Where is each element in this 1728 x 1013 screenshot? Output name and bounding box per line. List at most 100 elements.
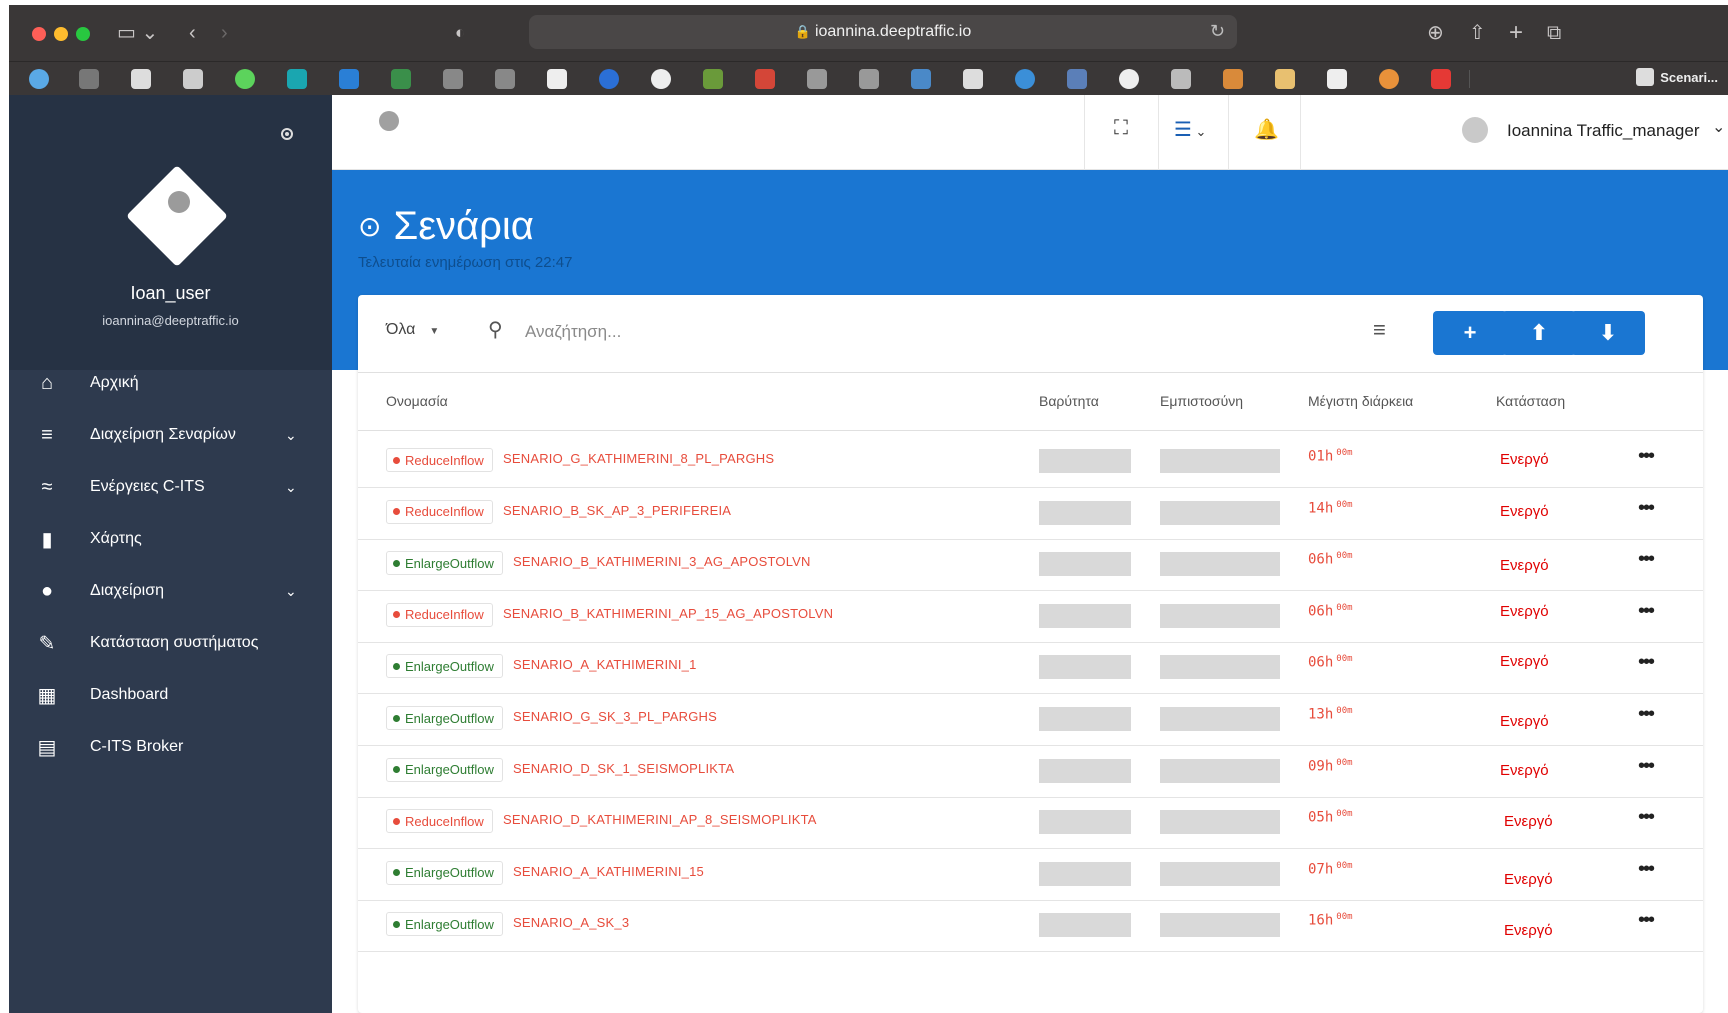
zoom-window-button[interactable] <box>76 27 90 41</box>
table-row[interactable]: EnlargeOutflow SENARIO_A_KATHIMERINI_1 06h… <box>358 637 1703 695</box>
scenario-name[interactable]: SENARIO_B_SK_AP_3_PERIFEREIA <box>503 503 731 518</box>
chevron-down-icon[interactable]: ⌄ <box>285 427 297 444</box>
avatar[interactable] <box>1462 117 1488 143</box>
language-flag-icon[interactable]: ☰ ⌄ <box>1174 117 1206 142</box>
privacy-shield-icon[interactable]: ◐ <box>455 19 465 47</box>
table-row[interactable]: EnlargeOutflow SENARIO_A_SK_3 16h 00m Ενεργό… <box>358 895 1703 953</box>
table-row[interactable]: ReduceInflow SENARIO_D_KATHIMERINI_AP_8_S… <box>358 792 1703 850</box>
sort-filter-icon[interactable]: ≡ <box>1373 317 1386 343</box>
bookmark-25[interactable] <box>1275 69 1295 89</box>
bookmark-6[interactable] <box>287 69 307 89</box>
sidebar-collapse-toggle[interactable] <box>281 128 293 140</box>
table-row[interactable]: ReduceInflow SENARIO_B_KATHIMERINI_AP_15_… <box>358 586 1703 643</box>
bookmark-15[interactable] <box>755 69 775 89</box>
bookmark-21[interactable] <box>1067 69 1087 89</box>
scenario-name[interactable]: SENARIO_D_KATHIMERINI_AP_8_SEISMOPLIKTA <box>503 812 817 827</box>
more-options-icon[interactable]: ••• <box>1638 806 1655 829</box>
minimize-window-button[interactable] <box>54 27 68 41</box>
table-row[interactable]: EnlargeOutflow SENARIO_B_KATHIMERINI_3_AG… <box>358 534 1703 592</box>
sidebar-item-scenario-management[interactable]: ≡ Διαχείριση Σεναρίων ⌄ <box>9 409 332 461</box>
bookmark-1[interactable] <box>29 69 49 89</box>
col-duration[interactable]: Μέγιστη διάρκεια <box>1308 393 1413 409</box>
sidebar-item-system-status[interactable]: ✎ Κατάσταση συστήματος <box>9 617 332 669</box>
more-options-icon[interactable]: ••• <box>1638 703 1655 726</box>
bookmark-scenari[interactable]: Scenari... <box>1636 68 1718 86</box>
scenario-name[interactable]: SENARIO_A_SK_3 <box>513 915 629 930</box>
header-logo[interactable] <box>372 111 406 145</box>
more-options-icon[interactable]: ••• <box>1638 600 1655 623</box>
bookmark-7[interactable] <box>339 69 359 89</box>
download-button[interactable]: ⬇ <box>1571 311 1645 355</box>
tab-overview-icon[interactable]: ⧉ <box>1547 19 1561 47</box>
header-username[interactable]: Ioannina Traffic_manager <box>1507 121 1699 141</box>
table-row[interactable]: ReduceInflow SENARIO_G_KATHIMERINI_8_PL_P… <box>358 431 1703 488</box>
bookmark-28[interactable] <box>1431 69 1451 89</box>
back-icon[interactable]: ‹ <box>189 19 196 47</box>
bookmark-4[interactable] <box>183 69 203 89</box>
notifications-bell-icon[interactable]: 🔔 <box>1254 117 1279 142</box>
scenario-name[interactable]: SENARIO_B_KATHIMERINI_AP_15_AG_APOSTOLVN <box>503 606 833 621</box>
sidebar-item-home[interactable]: ⌂ Αρχική <box>9 357 332 409</box>
address-bar[interactable]: 🔒 ioannina.deeptraffic.io ↻ <box>529 15 1237 49</box>
scenario-name[interactable]: SENARIO_A_KATHIMERINI_15 <box>513 864 704 879</box>
add-scenario-button[interactable]: + <box>1433 311 1507 355</box>
share-icon[interactable]: ⇧ <box>1469 19 1486 47</box>
more-options-icon[interactable]: ••• <box>1638 548 1655 571</box>
bookmark-22[interactable] <box>1119 69 1139 89</box>
col-trust[interactable]: Εμπιστοσύνη <box>1160 393 1243 409</box>
table-row[interactable]: ReduceInflow SENARIO_B_SK_AP_3_PERIFEREIA… <box>358 483 1703 540</box>
col-status[interactable]: Κατάσταση <box>1496 393 1565 409</box>
col-name[interactable]: Ονομασία <box>386 393 448 409</box>
bookmark-19[interactable] <box>963 69 983 89</box>
chevron-down-icon[interactable]: ⌄ <box>285 479 297 496</box>
more-options-icon[interactable]: ••• <box>1638 755 1655 778</box>
sidebar-item-map[interactable]: ▮ Χάρτης <box>9 513 332 565</box>
bookmark-23[interactable] <box>1171 69 1191 89</box>
table-row[interactable]: EnlargeOutflow SENARIO_D_SK_1_SEISMOPLIKT… <box>358 741 1703 798</box>
more-options-icon[interactable]: ••• <box>1638 445 1655 468</box>
bookmark-8[interactable] <box>391 69 411 89</box>
chevron-down-icon[interactable]: ⌄ <box>1712 117 1725 137</box>
sidebar-item-cits-broker[interactable]: ▤ C-ITS Broker <box>9 721 332 773</box>
bookmark-27[interactable] <box>1379 69 1399 89</box>
chevron-down-icon[interactable]: ⌄ <box>285 583 297 600</box>
bookmark-11[interactable] <box>547 69 567 89</box>
sidebar-item-cits-actions[interactable]: ≈ Ενέργειες C-ITS ⌄ <box>9 461 332 513</box>
bookmark-9[interactable] <box>443 69 463 89</box>
filter-select[interactable]: Όλα ▼ <box>386 321 439 339</box>
bookmark-3[interactable] <box>131 69 151 89</box>
bookmark-20[interactable] <box>1015 69 1035 89</box>
more-options-icon[interactable]: ••• <box>1638 858 1655 881</box>
more-options-icon[interactable]: ••• <box>1638 909 1655 932</box>
bookmark-5[interactable] <box>235 69 255 89</box>
bookmark-24[interactable] <box>1223 69 1243 89</box>
bookmark-18[interactable] <box>911 69 931 89</box>
scenario-name[interactable]: SENARIO_D_SK_1_SEISMOPLIKTA <box>513 761 734 776</box>
search-input[interactable] <box>525 317 1025 347</box>
more-options-icon[interactable]: ••• <box>1638 651 1655 674</box>
col-weight[interactable]: Βαρύτητα <box>1039 393 1099 409</box>
bookmark-17[interactable] <box>859 69 879 89</box>
table-row[interactable]: EnlargeOutflow SENARIO_A_KATHIMERINI_15 07… <box>358 844 1703 901</box>
new-tab-icon[interactable]: + <box>1509 19 1523 47</box>
bookmark-26[interactable] <box>1327 69 1347 89</box>
sidebar-toggle-icon[interactable]: ▭ ⌄ <box>117 19 158 47</box>
bookmark-14[interactable] <box>703 69 723 89</box>
scenario-name[interactable]: SENARIO_G_KATHIMERINI_8_PL_PARGHS <box>503 451 774 466</box>
downloads-icon[interactable]: ⊕ <box>1427 19 1444 47</box>
sidebar-item-dashboard[interactable]: ▦ Dashboard <box>9 669 332 721</box>
reload-icon[interactable]: ↻ <box>1210 21 1225 42</box>
bookmark-13[interactable] <box>651 69 671 89</box>
scenario-name[interactable]: SENARIO_A_KATHIMERINI_1 <box>513 657 697 672</box>
fullscreen-icon[interactable]: ⛶ <box>1114 117 1128 140</box>
upload-button[interactable]: ⬆ <box>1502 311 1576 355</box>
table-row[interactable]: EnlargeOutflow SENARIO_G_SK_3_PL_PARGHS 13… <box>358 689 1703 746</box>
bookmark-16[interactable] <box>807 69 827 89</box>
scenario-name[interactable]: SENARIO_G_SK_3_PL_PARGHS <box>513 709 717 724</box>
more-options-icon[interactable]: ••• <box>1638 497 1655 520</box>
bookmark-12[interactable] <box>599 69 619 89</box>
forward-icon[interactable]: › <box>221 19 228 47</box>
scenario-name[interactable]: SENARIO_B_KATHIMERINI_3_AG_APOSTOLVN <box>513 554 811 569</box>
close-window-button[interactable] <box>32 27 46 41</box>
bookmark-10[interactable] <box>495 69 515 89</box>
